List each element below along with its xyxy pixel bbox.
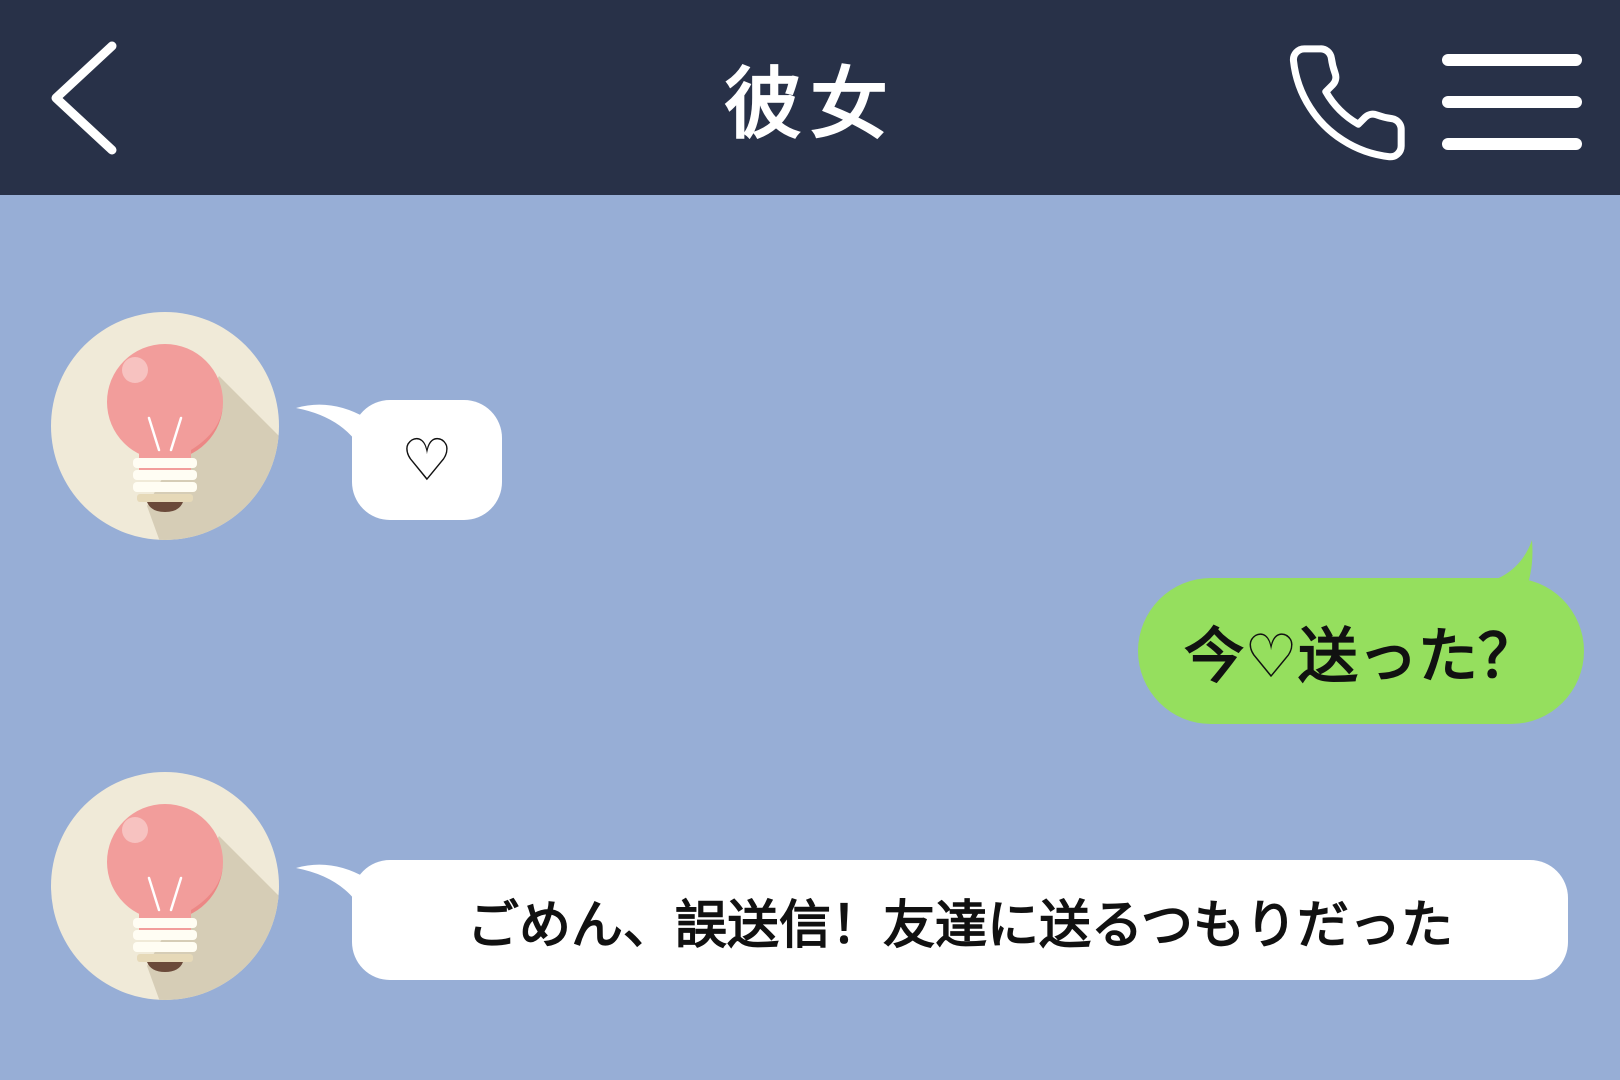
- call-button[interactable]: [1282, 38, 1412, 168]
- chat-header: 彼女: [0, 0, 1620, 195]
- message-bubble[interactable]: 今♡送った？: [1138, 578, 1584, 724]
- lightbulb-icon: [51, 312, 279, 540]
- menu-button[interactable]: [1438, 48, 1588, 158]
- phone-icon: [1289, 45, 1405, 161]
- hamburger-menu-icon: [1442, 54, 1582, 150]
- message-bubble[interactable]: ♡: [352, 400, 502, 520]
- message-bubble[interactable]: ごめん、誤送信！友達に送るつもりだった: [352, 860, 1568, 980]
- lightbulb-icon: [51, 772, 279, 1000]
